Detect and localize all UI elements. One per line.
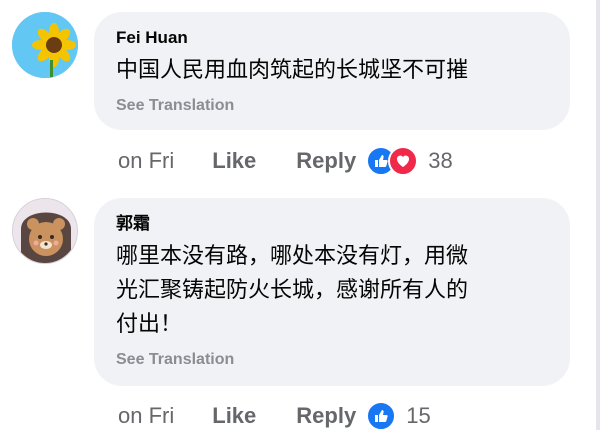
see-translation-link[interactable]: See Translation xyxy=(116,96,548,116)
like-button[interactable]: Like xyxy=(212,403,256,429)
see-translation-link[interactable]: See Translation xyxy=(116,350,548,370)
reply-button[interactable]: Reply xyxy=(296,403,356,429)
love-reaction-icon xyxy=(388,146,419,176)
comment-text-line: 付出！ xyxy=(116,312,183,337)
comment-author[interactable]: Fei Huan xyxy=(116,28,548,48)
comment-time[interactable]: on Fri xyxy=(118,403,174,429)
comment-text: 中国人民用血肉筑起的长城坚不可摧 xyxy=(116,58,469,83)
bear-avatar-icon[interactable] xyxy=(12,198,78,264)
reactions-summary[interactable]: 15 xyxy=(366,401,431,431)
sunflower-avatar-icon[interactable] xyxy=(12,12,78,78)
reaction-count: 15 xyxy=(406,403,431,428)
reply-button[interactable]: Reply xyxy=(296,148,356,174)
comment-text-line: 光汇聚铸起防火长城，感谢所有人的 xyxy=(116,278,469,303)
comment-bubble: Fei Huan 中国人民用血肉筑起的长城坚不可摧 See Translatio… xyxy=(94,12,570,130)
comment-text: 哪里本没有路，哪处本没有灯，用微 光汇聚铸起防火长城，感谢所有人的 付出！ xyxy=(116,240,548,342)
comment-text-line: 哪里本没有路，哪处本没有灯，用微 xyxy=(116,244,469,269)
comment-bubble: 郭霜 哪里本没有路，哪处本没有灯，用微 光汇聚铸起防火长城，感谢所有人的 付出！… xyxy=(94,198,570,386)
comment-time[interactable]: on Fri xyxy=(118,148,174,174)
scrollbar[interactable] xyxy=(596,0,600,430)
reaction-count: 38 xyxy=(428,148,453,173)
comment-author[interactable]: 郭霜 xyxy=(116,214,548,234)
like-button[interactable]: Like xyxy=(212,148,256,174)
reactions-summary[interactable]: 38 xyxy=(366,146,453,176)
comment-actions: on Fri Like Reply 15 xyxy=(118,401,431,431)
comment-actions: on Fri Like Reply 38 xyxy=(118,146,453,176)
like-reaction-icon xyxy=(366,401,397,431)
